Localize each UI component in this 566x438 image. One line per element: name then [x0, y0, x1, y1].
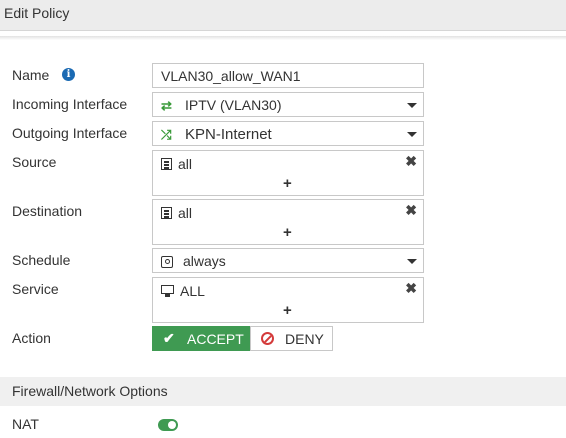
schedule-icon	[161, 255, 173, 271]
page-title: Edit Policy	[4, 5, 70, 21]
source-entry-text: all	[178, 156, 193, 172]
destination-field[interactable]: all ✖ +	[152, 199, 424, 245]
address-icon	[161, 158, 172, 170]
schedule-label: Schedule	[12, 252, 71, 268]
incoming-interface-label: Incoming Interface	[12, 96, 128, 112]
destination-entry-text: all	[178, 205, 193, 221]
incoming-interface-value: IPTV (VLAN30)	[185, 97, 282, 113]
add-destination-button[interactable]: +	[283, 224, 292, 241]
remove-icon[interactable]: ✖	[405, 202, 417, 219]
destination-label: Destination	[12, 203, 83, 219]
remove-icon[interactable]: ✖	[405, 280, 417, 297]
info-icon[interactable]: i	[62, 68, 75, 81]
header-divider	[0, 36, 566, 40]
source-entry: all	[161, 155, 192, 173]
outgoing-interface-select[interactable]: ⤮ KPN-Internet	[152, 121, 424, 146]
name-label: Name	[12, 67, 50, 83]
accept-button[interactable]: ✔ ACCEPT	[152, 326, 250, 351]
section-title: Firewall/Network Options	[12, 383, 168, 399]
nat-label: NAT	[12, 416, 39, 432]
deny-label: DENY	[285, 331, 324, 347]
outgoing-interface-value: KPN-Internet	[185, 126, 272, 143]
sd-wan-icon: ⤮	[161, 127, 172, 142]
add-service-button[interactable]: +	[283, 302, 292, 319]
firewall-options-section: Firewall/Network Options	[0, 377, 566, 406]
deny-icon	[261, 332, 274, 345]
add-source-button[interactable]: +	[283, 175, 292, 192]
name-value: VLAN30_allow_WAN1	[161, 68, 301, 84]
chevron-down-icon	[407, 103, 417, 108]
toggle-knob	[168, 421, 176, 429]
service-entry: ALL	[161, 282, 205, 300]
remove-icon[interactable]: ✖	[405, 153, 417, 170]
outgoing-interface-label: Outgoing Interface	[12, 125, 128, 141]
source-field[interactable]: all ✖ +	[152, 150, 424, 196]
nat-toggle[interactable]	[158, 419, 178, 431]
service-label: Service	[12, 281, 59, 297]
schedule-value: always	[183, 253, 226, 269]
chevron-down-icon	[407, 132, 417, 137]
vlan-icon: ⇄	[161, 98, 172, 113]
action-label: Action	[12, 330, 51, 346]
schedule-select[interactable]: always	[152, 248, 424, 273]
service-field[interactable]: ALL ✖ +	[152, 277, 424, 323]
source-label: Source	[12, 154, 57, 170]
accept-label: ACCEPT	[187, 331, 244, 347]
name-field[interactable]: VLAN30_allow_WAN1	[152, 63, 424, 88]
service-entry-text: ALL	[180, 283, 205, 299]
checkmark-icon: ✔	[163, 330, 175, 346]
chevron-down-icon	[407, 259, 417, 264]
dialog-header: Edit Policy	[0, 0, 566, 31]
destination-entry: all	[161, 204, 192, 222]
deny-button[interactable]: DENY	[250, 326, 333, 351]
service-icon	[161, 285, 174, 297]
incoming-interface-select[interactable]: ⇄ IPTV (VLAN30)	[152, 92, 424, 117]
address-icon	[161, 207, 172, 219]
